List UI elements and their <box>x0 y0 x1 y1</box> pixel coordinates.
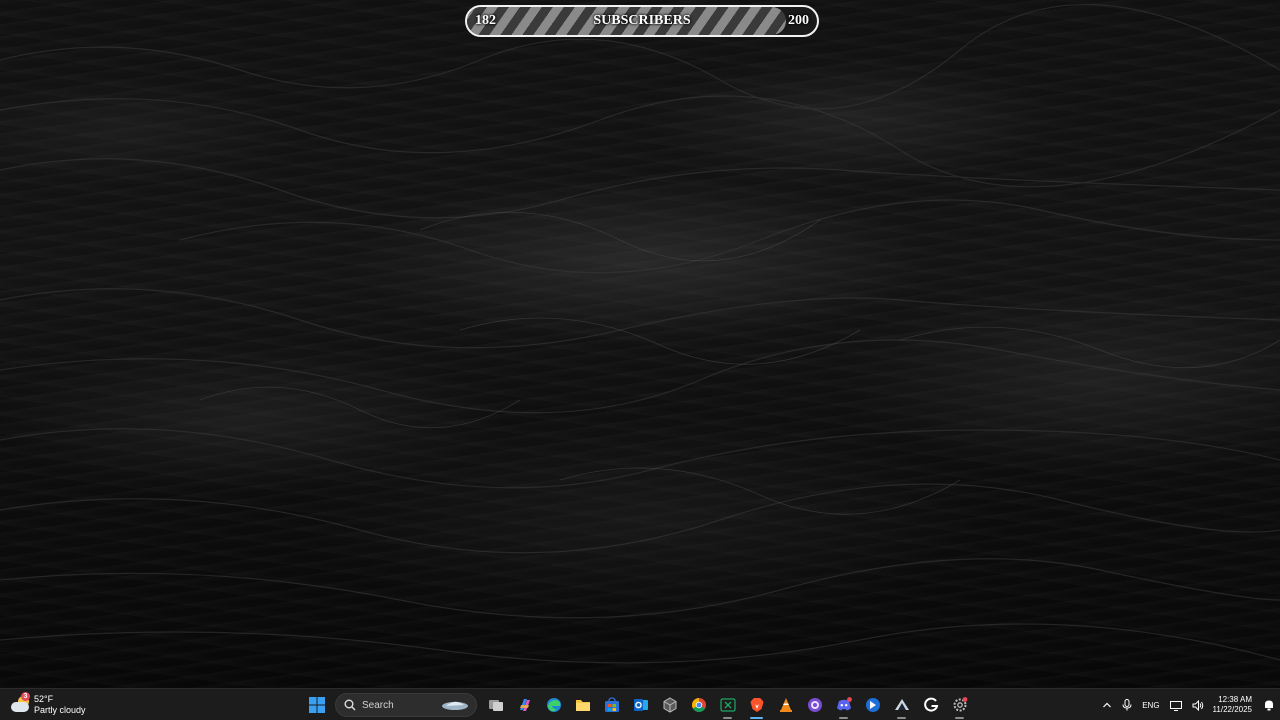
taskbar: 3 52°F Partly cloudy Search ENG 12:38 AM… <box>0 688 1280 720</box>
app-g-button[interactable] <box>916 689 945 720</box>
outlook-button[interactable] <box>626 689 655 720</box>
copilot-button[interactable] <box>510 689 539 720</box>
g-logo-icon <box>923 697 938 712</box>
clock[interactable]: 12:38 AM 11/22/2025 <box>1209 695 1258 715</box>
ocean-waves-image <box>0 3 1280 664</box>
taskbar-apps: Search <box>302 689 974 720</box>
search-label: Search <box>362 699 394 711</box>
search-icon <box>344 699 356 711</box>
settings-gear-icon <box>953 697 967 712</box>
system-tray: ENG 12:38 AM 11/22/2025 <box>1097 689 1280 720</box>
app-circle-button[interactable] <box>800 689 829 720</box>
subscriber-goal-count: 200 <box>788 13 809 28</box>
partly-cloudy-icon: 3 <box>10 692 32 715</box>
vlc-button[interactable] <box>771 689 800 720</box>
discord-icon <box>836 697 852 711</box>
show-hidden-icons-button[interactable] <box>1097 689 1117 720</box>
vlc-cone-icon <box>779 698 792 712</box>
settings-button[interactable] <box>945 689 974 720</box>
microsoft-store-button[interactable] <box>597 689 626 720</box>
speaker-icon <box>1192 699 1203 711</box>
chevron-up-icon <box>1103 702 1112 708</box>
app-cube-button[interactable] <box>655 689 684 720</box>
store-icon <box>604 697 619 712</box>
cube-icon <box>663 697 676 713</box>
weather-condition: Partly cloudy <box>34 705 86 715</box>
notifications-button[interactable] <box>1258 689 1280 720</box>
outlook-icon <box>633 699 648 711</box>
copilot-icon <box>519 699 530 711</box>
app-blue-button[interactable] <box>858 689 887 720</box>
blue-app-icon <box>865 698 880 712</box>
purple-circle-icon <box>807 698 822 712</box>
input-language[interactable]: ENG <box>1137 689 1164 720</box>
search-highlight-icon <box>442 701 468 710</box>
notification-bell-icon <box>1265 700 1273 711</box>
desktop-wallpaper <box>0 0 1280 688</box>
network-monitor-icon <box>1169 700 1182 711</box>
weather-temperature: 52°F <box>34 694 54 704</box>
chrome-button[interactable] <box>684 689 713 720</box>
chrome-icon <box>691 698 706 712</box>
weather-badge: 3 <box>21 692 30 701</box>
clock-time: 12:38 AM <box>1218 695 1252 704</box>
microphone-icon <box>1122 699 1132 711</box>
windows-logo-icon <box>308 697 325 713</box>
task-view-button[interactable] <box>481 689 510 720</box>
excel-button[interactable] <box>713 689 742 720</box>
brave-icon <box>750 698 763 712</box>
subscriber-goal-label: SUBSCRIBERS <box>593 13 691 28</box>
edge-button[interactable] <box>539 689 568 720</box>
network-button[interactable] <box>1165 689 1187 720</box>
brave-button[interactable] <box>742 689 771 720</box>
excel-icon <box>719 698 736 712</box>
weather-widget[interactable]: 3 52°F Partly cloudy <box>10 692 86 718</box>
clock-date: 11/22/2025 <box>1212 705 1252 714</box>
file-explorer-button[interactable] <box>568 689 597 720</box>
steam-icon <box>894 699 909 710</box>
folder-icon <box>575 700 590 711</box>
subscriber-goal-widget: 182 SUBSCRIBERS 200 <box>465 5 819 37</box>
taskbar-search[interactable]: Search <box>335 693 477 717</box>
microphone-button[interactable] <box>1117 689 1137 720</box>
task-view-icon <box>488 700 503 711</box>
volume-button[interactable] <box>1187 689 1209 720</box>
discord-button[interactable] <box>829 689 858 720</box>
start-button[interactable] <box>302 689 331 720</box>
steam-button[interactable] <box>887 689 916 720</box>
edge-icon <box>546 698 561 712</box>
